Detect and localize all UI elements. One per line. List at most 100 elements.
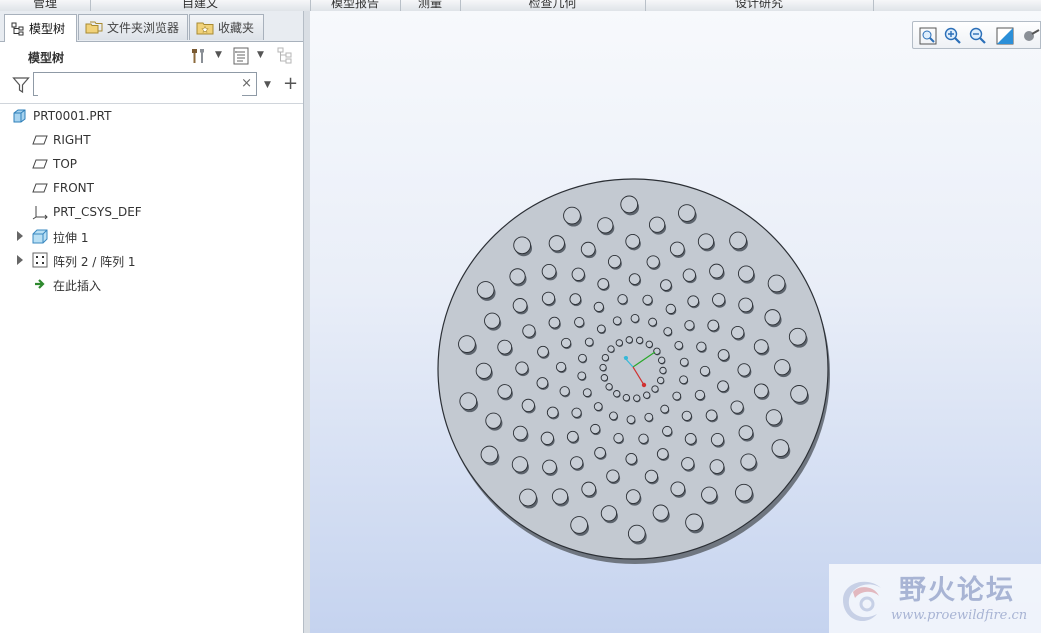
tab-label: 收藏夹 (218, 21, 255, 35)
bump (627, 524, 646, 543)
bump (570, 516, 588, 534)
tree-item-label: PRT_CSYS_DEF (53, 205, 142, 219)
coordinate-system-icon (32, 206, 48, 220)
bump (764, 309, 781, 326)
search-input[interactable] (38, 74, 242, 96)
filter-funnel-icon[interactable] (12, 76, 30, 94)
refit-icon[interactable] (918, 26, 938, 46)
tree-item-pattern[interactable]: 阵列 2 / 阵列 1 (0, 248, 305, 272)
repaint-icon[interactable] (995, 26, 1015, 46)
folder-browser-icon (85, 21, 103, 33)
ribbon-tab[interactable]: 模型报告 (310, 0, 401, 11)
bump (633, 394, 641, 402)
tab-folder-browser[interactable]: 文件夹浏览器 (78, 14, 188, 40)
bump (559, 386, 570, 397)
bump (548, 235, 565, 252)
tree-item-datum-front[interactable]: FRONT (0, 176, 305, 200)
ribbon-tab[interactable]: 测量 (400, 0, 461, 11)
zoom-in-icon[interactable] (943, 26, 963, 46)
bump (685, 513, 703, 532)
bump (571, 407, 582, 418)
settings-tools-icon[interactable] (189, 47, 207, 65)
bump (607, 345, 615, 353)
display-style-icon[interactable] (1020, 26, 1040, 46)
bump (577, 371, 587, 381)
ribbon-tab[interactable]: 自建文 (90, 0, 311, 11)
bump (656, 448, 669, 460)
bump (497, 384, 513, 399)
bump (597, 278, 610, 290)
bump (731, 325, 745, 340)
tree-item-part[interactable]: PRT0001.PRT (0, 104, 305, 128)
bump (643, 391, 651, 399)
search-dropdown-arrow-icon[interactable]: ▼ (264, 80, 271, 90)
bump (522, 324, 536, 338)
ribbon-tab[interactable]: 设计研究 (645, 0, 874, 11)
expand-arrow-icon[interactable] (17, 255, 23, 265)
bump (684, 433, 697, 445)
bump (740, 453, 757, 470)
show-dropdown-arrow-icon[interactable]: ▼ (257, 50, 264, 60)
bump (765, 409, 782, 426)
bump (774, 359, 791, 376)
bump (658, 356, 666, 364)
bump (684, 320, 695, 331)
bump (613, 432, 624, 444)
bump (682, 268, 696, 282)
tab-label: 模型树 (29, 22, 66, 36)
bump (600, 374, 608, 382)
bump (519, 488, 537, 507)
bump (710, 433, 725, 447)
tab-favorites[interactable]: 收藏夹 (189, 14, 264, 40)
ribbon-tab[interactable]: 检查几何 (460, 0, 646, 11)
bump (737, 265, 755, 282)
bump (652, 504, 669, 521)
graphics-viewport[interactable] (310, 11, 1041, 633)
bump (771, 439, 790, 457)
datum-plane-icon (32, 159, 48, 169)
bump (681, 457, 695, 471)
bump (570, 456, 584, 470)
bump (646, 255, 660, 269)
bump (546, 406, 559, 419)
bump (459, 392, 478, 411)
expand-arrow-icon[interactable] (17, 231, 23, 241)
tree-item-csys[interactable]: PRT_CSYS_DEF (0, 200, 305, 224)
tree-filter-disabled-icon[interactable] (277, 47, 295, 65)
tab-model-tree[interactable]: 模型树 (4, 14, 77, 42)
settings-dropdown-arrow-icon[interactable]: ▼ (215, 50, 222, 60)
bump (581, 481, 597, 497)
bump (571, 267, 585, 281)
bump (662, 425, 673, 437)
tree-item-insert-here[interactable]: 在此插入 (0, 272, 305, 296)
tree-item-label: TOP (53, 157, 78, 171)
show-list-icon[interactable] (232, 47, 250, 65)
tree-item-datum-right[interactable]: RIGHT (0, 128, 305, 152)
bump (540, 431, 554, 445)
bump (600, 505, 618, 522)
bump (729, 231, 747, 250)
bump (648, 216, 666, 233)
panel-splitter[interactable] (303, 11, 310, 633)
bump (707, 319, 720, 332)
bump (580, 241, 596, 257)
bump (476, 281, 495, 299)
bump (694, 389, 706, 401)
bump (542, 459, 557, 475)
bump (536, 377, 549, 389)
tree-item-datum-top[interactable]: TOP (0, 152, 305, 176)
bump (696, 341, 707, 352)
zoom-out-icon[interactable] (968, 26, 988, 46)
bump (593, 402, 603, 411)
bump (537, 345, 549, 358)
datum-plane-icon (32, 135, 48, 145)
tab-label: 文件夹浏览器 (107, 21, 180, 35)
bump (521, 398, 535, 413)
bump (574, 316, 585, 328)
bump (625, 452, 638, 465)
bump (620, 195, 639, 214)
add-filter-icon[interactable]: + (283, 73, 298, 94)
clear-search-icon[interactable]: × (241, 76, 252, 91)
tree-item-extrude[interactable]: 拉伸 1 (0, 224, 305, 248)
ribbon-tab[interactable]: 管理 (0, 0, 91, 11)
